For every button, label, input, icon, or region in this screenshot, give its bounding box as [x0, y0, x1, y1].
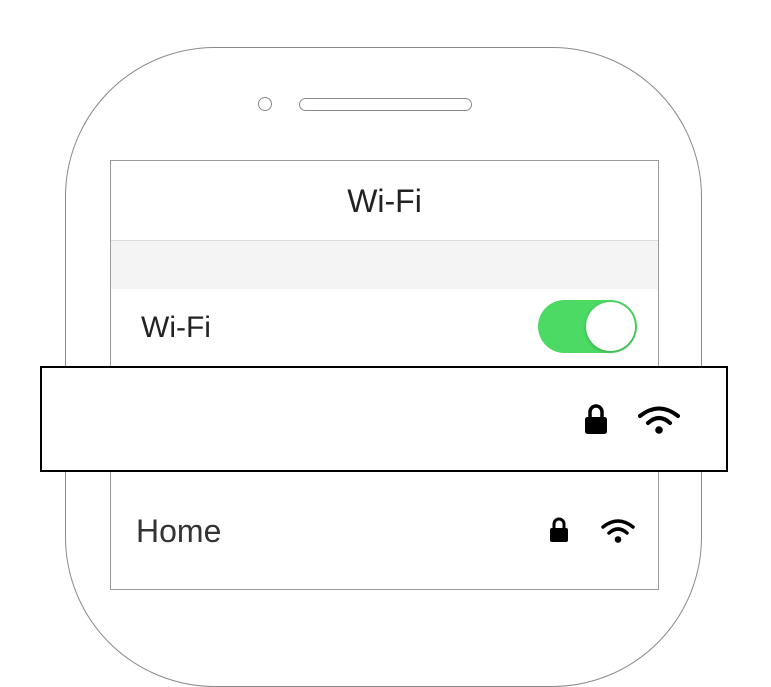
section-spacer [111, 241, 658, 289]
toggle-knob [586, 302, 635, 351]
wifi-signal-icon [637, 405, 681, 435]
lock-icon [584, 404, 608, 435]
page-title: Wi-Fi [347, 183, 422, 219]
navigation-bar: Wi-Fi [111, 161, 658, 241]
wifi-toggle-label: Wi-Fi [141, 311, 211, 344]
earpiece-speaker [299, 98, 472, 111]
connected-network-row[interactable] [40, 366, 728, 472]
wifi-toggle-switch[interactable] [538, 300, 637, 353]
wifi-signal-icon [600, 518, 636, 544]
wifi-toggle-row: Wi-Fi [111, 289, 658, 369]
front-camera [258, 97, 272, 111]
network-row-home[interactable]: Home [111, 491, 658, 571]
network-name: Home [136, 513, 222, 549]
lock-icon [549, 517, 569, 543]
